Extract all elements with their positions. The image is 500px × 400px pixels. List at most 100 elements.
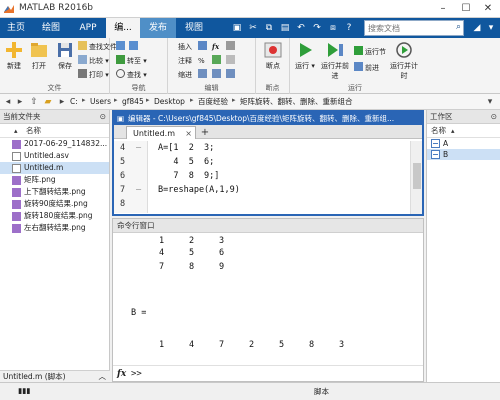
code-area[interactable]: 4 — A=[1 2 3; 5 4 5 6; 6 7 8 9;] 7 — B=r… xyxy=(114,141,406,213)
toolstrip: 新建 打开 保存 查找文件 比较 ▾ 打印 ▾ 文件 转至 ▾ 查找 ▾ 导航 … xyxy=(0,38,500,94)
code-line[interactable]: 8 xyxy=(114,197,406,211)
tab-untitled-m[interactable]: Untitled.m × xyxy=(126,126,196,139)
run-and-time-button[interactable]: 运行并计时 xyxy=(390,40,418,81)
new-tab-icon[interactable]: + xyxy=(198,126,212,139)
notification-icon[interactable]: ◢ xyxy=(470,20,484,36)
back-forward-button[interactable] xyxy=(116,41,140,53)
breadcrumb-desktop[interactable]: Desktop xyxy=(154,96,185,108)
compare-button[interactable]: 比较 ▾ xyxy=(78,55,109,67)
command-input[interactable]: fx >> xyxy=(113,365,423,381)
up-folder-icon[interactable]: ⇧ xyxy=(28,95,40,109)
redo-quick-icon[interactable]: ↷ xyxy=(310,20,324,36)
panel-actions-icon[interactable]: ⊙ xyxy=(100,110,106,124)
goto-button[interactable]: 转至 ▾ xyxy=(116,55,147,67)
search-box[interactable]: ⌕ xyxy=(364,20,464,36)
breakpoints-section-label: 断点 xyxy=(265,84,280,92)
code-line[interactable]: 7 — B=reshape(A,1,9) xyxy=(114,183,406,197)
new-icon xyxy=(6,42,22,58)
undo-quick-icon[interactable]: ↶ xyxy=(294,20,308,36)
editor-scrollbar[interactable] xyxy=(410,141,422,214)
file-item-png[interactable]: 旋转90度结果.png xyxy=(0,198,109,210)
code-line[interactable]: 4 — A=[1 2 3; xyxy=(114,141,406,155)
file-item-png[interactable]: 左右翻转结果.png xyxy=(0,222,109,234)
address-dropdown-icon[interactable]: ▾ xyxy=(484,95,496,109)
search-icon[interactable]: ⌕ xyxy=(456,22,461,32)
tab-view[interactable]: 视图 xyxy=(176,18,212,38)
print-button[interactable]: 打印 ▾ xyxy=(78,69,109,81)
name-column-header[interactable]: ▴ 名称 xyxy=(0,124,109,138)
workspace-name-column[interactable]: 名称 ▴ xyxy=(427,124,500,138)
save-button[interactable]: 保存 xyxy=(52,40,78,71)
run-button[interactable]: 运行 ▾ xyxy=(292,40,318,71)
code-line[interactable]: 6 7 8 9;] xyxy=(114,169,406,183)
comment-button[interactable]: 注释 xyxy=(178,55,192,67)
search-input[interactable] xyxy=(365,21,449,35)
maximize-icon[interactable]: ☐ xyxy=(455,0,477,18)
workspace-var-b[interactable]: B xyxy=(427,149,500,160)
switch-windows-icon[interactable]: ⧈ xyxy=(326,20,340,36)
find-button[interactable]: 查找 ▾ xyxy=(116,69,147,81)
tab-editor[interactable]: 编... xyxy=(106,18,140,38)
paste-quick-icon[interactable]: ▤ xyxy=(278,20,292,36)
insert-section-icon[interactable] xyxy=(226,41,237,53)
advance-button[interactable]: 前进 xyxy=(354,62,379,74)
decrease-indent-icon[interactable] xyxy=(226,69,237,81)
status-script: 脚本 xyxy=(314,387,329,396)
smart-indent-icon[interactable] xyxy=(198,69,209,81)
insert-function-button[interactable]: fx xyxy=(212,41,219,53)
tab-home[interactable]: 主页 xyxy=(0,18,32,38)
cut-quick-icon[interactable]: ✂ xyxy=(246,20,260,36)
close-icon[interactable]: ✕ xyxy=(477,0,499,18)
comment-percent-icon[interactable]: % xyxy=(198,55,205,67)
file-item-png[interactable]: 旋转180度结果.png xyxy=(0,210,109,222)
function-browser-icon[interactable]: fx xyxy=(117,366,126,382)
breadcrumb-c[interactable]: C: xyxy=(70,96,78,108)
tab-plots[interactable]: 绘图 xyxy=(32,18,70,38)
breadcrumb-users[interactable]: Users xyxy=(90,96,111,108)
file-item-untitled-m[interactable]: Untitled.m xyxy=(0,162,109,174)
browse-folder-icon[interactable]: ▰ xyxy=(42,95,54,109)
save-quick-icon[interactable]: ▣ xyxy=(230,20,244,36)
insert-button[interactable]: 插入 xyxy=(178,41,192,53)
code-line[interactable]: 5 4 5 6; xyxy=(114,155,406,169)
output-row: 7 8 9 xyxy=(159,262,225,272)
command-window-header: 命令行窗口 xyxy=(113,219,423,233)
panel-actions-icon[interactable]: ⊙ xyxy=(491,110,497,124)
open-button[interactable]: 打开 xyxy=(26,40,52,71)
back-icon[interactable]: ◂ xyxy=(2,95,14,109)
run-and-advance-button[interactable]: 运行并前进 xyxy=(320,40,350,81)
output-variable-label: B = xyxy=(131,308,147,318)
output-row: 1 4 7 2 5 8 3 xyxy=(159,340,345,350)
output-row: 1 2 3 xyxy=(159,236,225,246)
tab-publish[interactable]: 发布 xyxy=(140,18,176,38)
copy-quick-icon[interactable]: ⧉ xyxy=(262,20,276,36)
minimize-icon[interactable]: – xyxy=(432,0,454,18)
breadcrumb-matrix-folder[interactable]: 矩阵旋转、翻转、删除、重新组合 xyxy=(240,96,353,108)
new-button[interactable]: 新建 xyxy=(1,40,27,71)
file-details-bar[interactable]: Untitled.m (脚本) ︿ xyxy=(0,370,110,382)
indent-button[interactable]: 缩进 xyxy=(178,69,192,81)
help-quick-icon[interactable]: ? xyxy=(342,20,356,36)
file-item-png[interactable]: 矩阵.png xyxy=(0,174,109,186)
wrap-comment-icon[interactable] xyxy=(212,55,223,67)
file-item-png[interactable]: 上下翻转结果.png xyxy=(0,186,109,198)
file-item-asv[interactable]: Untitled.asv xyxy=(0,150,109,162)
breakpoints-button[interactable]: 断点 xyxy=(260,40,286,71)
advance-icon xyxy=(354,62,363,71)
forward-icon[interactable]: ▸ xyxy=(14,95,26,109)
close-tab-icon[interactable]: × xyxy=(185,127,192,140)
breadcrumb-baidu[interactable]: 百度经验 xyxy=(198,96,228,108)
expand-ribbon-icon[interactable]: ▾ xyxy=(484,20,498,36)
insert-table-icon[interactable] xyxy=(198,41,209,53)
breadcrumb-user[interactable]: gf845 xyxy=(122,96,144,108)
compare-icon xyxy=(78,55,87,64)
increase-indent-icon[interactable] xyxy=(212,69,223,81)
run-section-button[interactable]: 运行节 xyxy=(354,46,386,58)
scrollbar-thumb[interactable] xyxy=(413,163,421,189)
tab-apps[interactable]: APP xyxy=(70,18,106,38)
file-item-jpg[interactable]: 2017-06-29_114832... xyxy=(0,138,109,150)
uncomment-icon[interactable] xyxy=(226,55,237,67)
navigate-section-label: 导航 xyxy=(131,84,146,92)
find-icon xyxy=(116,69,125,78)
workspace-var-a[interactable]: A xyxy=(427,138,500,149)
